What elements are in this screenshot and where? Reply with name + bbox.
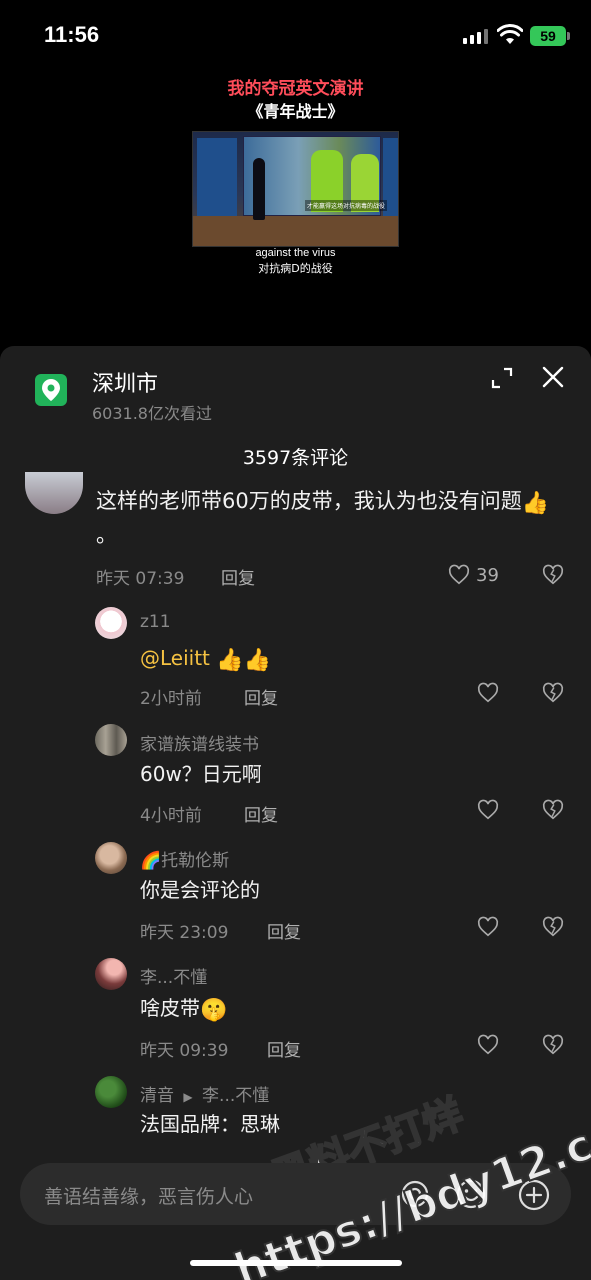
main-comment-end: 。 [96,523,117,547]
wifi-icon [497,24,523,44]
video-caption-zh: 对抗病D的战役 [258,262,333,275]
expand-icon[interactable] [490,366,514,390]
dislike-icon[interactable] [542,916,564,938]
avatar[interactable] [95,607,127,639]
reply-author-name[interactable]: 清音 [140,1086,174,1106]
reply-arrow-icon: ▶ [183,1090,193,1104]
battery-icon: 59 [530,26,570,46]
thumbs-up-emoji: 👍 [521,491,550,516]
reply-to-name[interactable]: 李...不懂 [202,1086,269,1106]
reply-button[interactable]: 回复 [221,564,255,589]
cellular-signal-icon [463,28,488,44]
reply-author[interactable]: 李...不懂 [140,963,207,988]
reply-text: 法国品牌：思琳 [140,1112,280,1136]
dislike-icon[interactable] [542,799,564,821]
reply-time: 4小时前 [140,806,202,826]
reply-text: @Leiitt 👍👍 [140,641,271,675]
comment-panel: 深圳市 6031.8亿次看过 3597条评论 这样的老师带60万的皮带，我认为也… [0,346,591,1280]
video-title-line2: 《青年战士》 [247,102,344,121]
video-title-line1: 我的夺冠英文演讲 [227,79,364,99]
dislike-icon[interactable] [542,682,564,704]
like-icon[interactable] [448,564,470,586]
video-caption-en: against the virus [255,247,336,259]
reply-text: 你是会评论的 [140,878,260,902]
like-icon[interactable] [477,916,499,938]
reply-button[interactable]: 回复 [267,1036,301,1061]
video-frame-subtitle: 才能赢得这场对抗病毒的战役 [305,200,388,211]
mention-link[interactable]: @Leiitt [140,646,210,670]
dislike-icon[interactable] [542,564,564,586]
dislike-icon[interactable] [542,1034,564,1056]
main-comment-body: 这样的老师带60万的皮带，我认为也没有问题 [96,489,522,513]
reply-button[interactable]: 回复 [244,684,278,709]
video-stage [193,216,398,246]
reply-text: 啥皮带🤫 [140,991,227,1025]
location-pin-icon [35,374,67,406]
shushing-face-emoji: 🤫 [200,998,228,1023]
like-count: 39 [476,565,499,586]
reply-time: 昨天 09:39 [140,1041,229,1061]
avatar[interactable] [95,724,127,756]
status-bar: 11:56 59 [0,0,591,70]
close-icon[interactable] [541,365,565,389]
thumbs-up-emoji: 👍👍 [216,648,272,673]
like-icon[interactable] [477,682,499,704]
avatar[interactable] [25,472,83,514]
location-views: 6031.8亿次看过 [92,404,212,423]
main-comment-text: 这样的老师带60万的皮带，我认为也没有问题👍 。 [96,484,566,552]
home-indicator[interactable] [190,1260,402,1266]
location-title[interactable]: 深圳市 [92,366,158,398]
reply-author[interactable]: 清音 ▶ 李...不懂 [140,1081,269,1106]
video-frame[interactable]: 才能赢得这场对抗病毒的战役 [192,131,399,247]
avatar[interactable] [95,1076,127,1108]
like-icon[interactable] [477,1034,499,1056]
comment-input-placeholder[interactable]: 善语结善缘，恶言伤人心 [44,1182,253,1209]
reply-time: 2小时前 [140,689,202,709]
comment-count: 3597条评论 [242,447,349,469]
reply-author[interactable]: 🌈托勒伦斯 [140,846,229,871]
like-icon[interactable] [477,799,499,821]
video-speaker [253,158,265,220]
avatar[interactable] [95,958,127,990]
reply-author[interactable]: z11 [140,612,171,632]
reply-button[interactable]: 回复 [244,801,278,826]
status-time: 11:56 [44,22,100,47]
reply-time: 昨天 23:09 [140,923,229,943]
avatar[interactable] [95,842,127,874]
comment-time: 昨天 07:39 [96,569,185,589]
reply-author[interactable]: 家谱族谱线装书 [140,730,259,755]
reply-text: 60w？日元啊 [140,762,262,786]
reply-button[interactable]: 回复 [267,918,301,943]
reply-text-body: 啥皮带 [140,996,200,1020]
